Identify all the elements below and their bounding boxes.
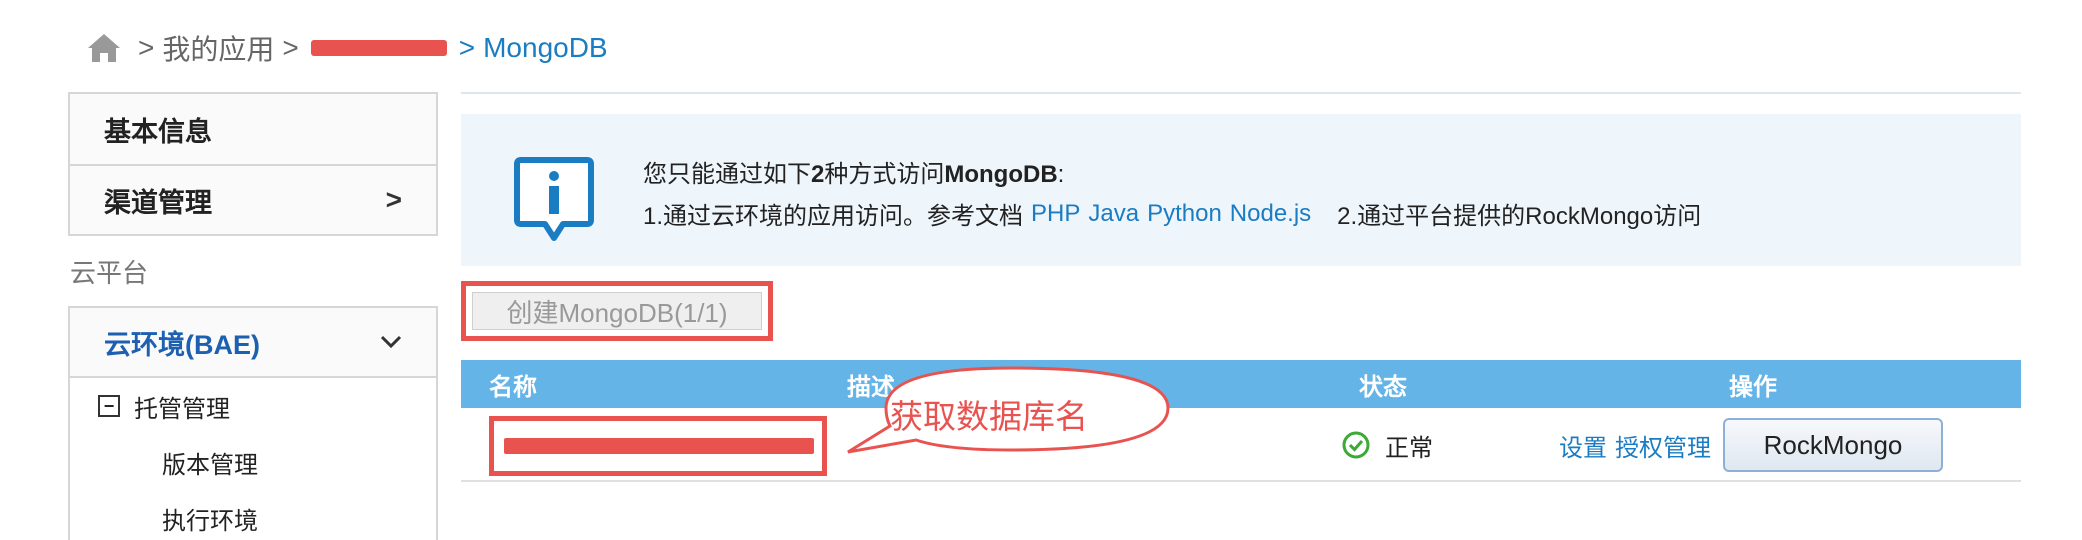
rockmongo-button[interactable]: RockMongo: [1723, 418, 1943, 472]
breadcrumb: > 我的应用 > > MongoDB: [86, 28, 608, 68]
sidebar-item-label: 渠道管理: [104, 187, 212, 218]
doc-link-python[interactable]: Python: [1147, 200, 1222, 228]
info-methods: 1.通过云环境的应用访问。参考文档 PHP Java Python Node.j…: [643, 196, 1701, 231]
sidebar-item-version[interactable]: 版本管理: [70, 434, 436, 490]
info-icon: [514, 157, 594, 241]
status-cell: 正常: [1341, 408, 1433, 482]
column-header-ops: 操作: [1729, 373, 1777, 401]
divider: [461, 92, 2021, 94]
chevron-right-icon: >: [385, 184, 402, 215]
sidebar-env-menu: 云环境(BAE) − 托管管理 版本管理 执行环境: [68, 306, 438, 540]
info-title-text: 种方式访问: [824, 161, 945, 188]
sidebar-item-runtime[interactable]: 执行环境: [70, 490, 436, 540]
info-title: 您只能通过如下2种方式访问MongoDB:: [643, 154, 1064, 189]
info-method-1: 1.通过云环境的应用访问。参考文档: [643, 203, 1024, 230]
info-panel: 您只能通过如下2种方式访问MongoDB: 1.通过云环境的应用访问。参考文档 …: [461, 114, 2021, 266]
sidebar: 基本信息 渠道管理 > 云平台 云环境(BAE) − 托管管理 版本管理 执行环…: [68, 92, 438, 540]
sidebar-group-label: 托管管理: [134, 395, 230, 423]
info-title-text: :: [1057, 161, 1065, 188]
sidebar-item-label: 版本管理: [162, 451, 258, 479]
info-method-2: 2.通过平台提供的RockMongo访问: [1337, 203, 1702, 230]
breadcrumb-current: MongoDB: [483, 32, 608, 63]
annotation-text: 获取数据库名: [890, 398, 1088, 435]
annotation-highlight: [489, 416, 827, 476]
column-header-name: 名称: [489, 373, 537, 401]
home-icon[interactable]: [86, 31, 122, 65]
breadcrumb-separator: >: [282, 32, 299, 63]
column-header-status: 状态: [1359, 373, 1407, 401]
sidebar-section-label: 云平台: [70, 257, 149, 288]
sidebar-group-hosting[interactable]: − 托管管理: [70, 378, 436, 434]
create-mongodb-button[interactable]: 创建MongoDB(1/1): [472, 292, 762, 330]
sidebar-top-menu: 基本信息 渠道管理 >: [68, 92, 438, 236]
db-name-redacted: [504, 438, 814, 454]
chevron-down-icon: [380, 335, 402, 349]
breadcrumb-separator: >: [458, 32, 476, 63]
row-actions: 设置 授权管理: [1559, 408, 1711, 482]
sidebar-item-label: 云环境(BAE): [104, 329, 260, 360]
sidebar-item-basic-info[interactable]: 基本信息: [70, 94, 436, 164]
sidebar-item-label: 基本信息: [104, 116, 212, 147]
annotation-highlight: 创建MongoDB(1/1): [461, 281, 773, 341]
breadcrumb-app-redacted[interactable]: [310, 40, 447, 56]
auth-manage-link[interactable]: 授权管理: [1615, 428, 1711, 463]
info-title-db: MongoDB: [944, 161, 1058, 188]
collapse-icon[interactable]: −: [98, 395, 120, 417]
breadcrumb-separator: >: [138, 32, 155, 63]
table-header: 名称 描述 状态 操作: [461, 360, 2021, 408]
doc-link-nodejs[interactable]: Node.js: [1230, 200, 1311, 228]
sidebar-item-label: 执行环境: [162, 507, 258, 535]
info-title-text: 您只能通过如下: [643, 161, 811, 188]
sidebar-item-channel[interactable]: 渠道管理 >: [70, 164, 436, 234]
breadcrumb-my-apps[interactable]: 我的应用: [162, 28, 274, 68]
check-circle-icon: [1342, 431, 1370, 459]
doc-link-java[interactable]: Java: [1088, 200, 1139, 228]
settings-link[interactable]: 设置: [1559, 428, 1607, 463]
status-text: 正常: [1385, 434, 1433, 462]
info-title-count: 2: [811, 161, 825, 188]
doc-link-php[interactable]: PHP: [1031, 200, 1080, 228]
sidebar-item-env[interactable]: 云环境(BAE): [70, 308, 436, 378]
